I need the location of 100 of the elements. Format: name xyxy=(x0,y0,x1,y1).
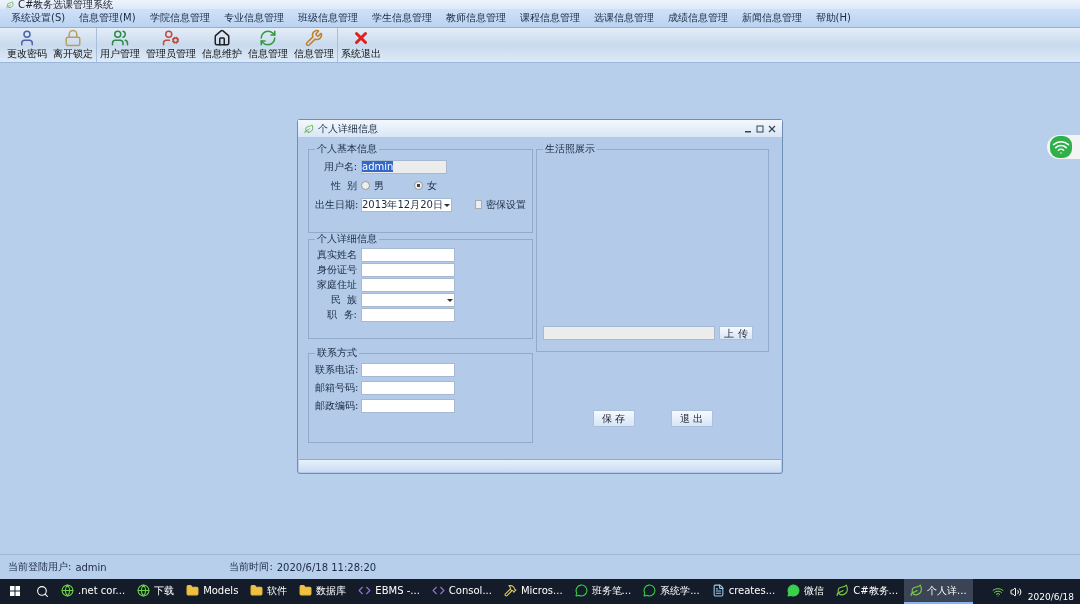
date-picker[interactable]: 2013年12月20日 xyxy=(361,197,452,212)
input-field[interactable]: admin xyxy=(361,159,447,174)
chat-bubble-icon xyxy=(574,584,588,597)
chat-bubble-icon xyxy=(643,584,657,597)
field-label: 真实姓名 xyxy=(316,247,357,262)
input-field[interactable] xyxy=(361,381,455,395)
menu-item[interactable]: 教师信息管理 xyxy=(438,11,513,25)
toolbar-button[interactable]: 系统退出 xyxy=(338,28,384,62)
input-field[interactable] xyxy=(361,399,455,413)
taskbar-item[interactable]: 数据库 xyxy=(293,579,353,604)
file-path-field[interactable] xyxy=(543,325,715,340)
clock-date[interactable]: 2020/6/18 xyxy=(1027,592,1074,604)
status-value: 2020/6/18 11:28:20 xyxy=(276,561,377,573)
menu-item[interactable]: 学生信息管理 xyxy=(364,11,439,25)
field-label: 性 别 xyxy=(329,178,357,193)
code-icon xyxy=(431,584,445,597)
globe-icon xyxy=(61,584,74,597)
menu-item[interactable]: 信息管理(M) xyxy=(72,11,143,25)
speaker-icon[interactable] xyxy=(1009,585,1022,598)
close-icon[interactable] xyxy=(768,124,776,133)
globe-icon xyxy=(137,584,151,597)
taskbar-item[interactable]: 系统学... xyxy=(637,579,706,604)
search-icon[interactable] xyxy=(36,585,49,598)
menu-item[interactable]: 班级信息管理 xyxy=(290,11,365,25)
field-label: 民 族 xyxy=(329,292,357,307)
radio-button[interactable] xyxy=(361,181,370,190)
input-field[interactable] xyxy=(361,277,455,292)
leaf-icon xyxy=(836,584,850,597)
menu-item[interactable]: 选课信息管理 xyxy=(586,11,661,25)
document-icon xyxy=(711,584,725,597)
users-icon xyxy=(109,29,131,47)
dropdown[interactable] xyxy=(361,292,455,307)
menu-item[interactable]: 课程信息管理 xyxy=(512,11,587,25)
dialog-title: 个人详细信息 xyxy=(318,121,379,136)
status-label: 当前时间: xyxy=(229,560,273,574)
wifi-icon[interactable] xyxy=(991,585,1004,598)
radio-label: 女 xyxy=(427,178,438,193)
field-label: 邮箱号码: xyxy=(315,381,357,395)
folder-icon xyxy=(250,584,264,597)
field-label: 出生日期: xyxy=(315,197,357,212)
upload-button[interactable]: 上 传 xyxy=(719,325,753,340)
radio-button[interactable] xyxy=(414,181,423,190)
taskbar-item[interactable]: 班务笔... xyxy=(568,579,638,604)
taskbar-item[interactable]: Consol... xyxy=(425,579,498,604)
input-field[interactable] xyxy=(361,307,455,322)
taskbar-item[interactable]: creates... xyxy=(705,579,782,604)
code-icon xyxy=(358,584,372,597)
menu-item[interactable]: 成绩信息管理 xyxy=(660,11,735,25)
input-field[interactable] xyxy=(361,363,455,377)
group-title: 个人基本信息 xyxy=(315,143,379,155)
taskbar-item[interactable]: 微信 xyxy=(781,579,831,604)
toolbar-button[interactable]: 管理员管理 xyxy=(143,28,199,62)
group-title: 联系方式 xyxy=(315,347,359,359)
toolbar-button[interactable]: 离开锁定 xyxy=(50,28,97,62)
field-label: 职 务: xyxy=(326,307,357,322)
leaf-icon xyxy=(304,123,314,134)
input-field[interactable] xyxy=(361,247,455,262)
toolbar-button[interactable]: 用户管理 xyxy=(97,28,143,62)
folder-icon xyxy=(299,584,313,597)
leaf-icon xyxy=(910,584,924,597)
toolbar-button[interactable]: 更改密码 xyxy=(4,28,50,62)
taskbar-item[interactable]: EBMS -... xyxy=(352,579,426,604)
leaf-icon xyxy=(6,0,14,9)
menu-item[interactable]: 帮助(H) xyxy=(808,11,858,25)
menu-item[interactable]: 学院信息管理 xyxy=(142,11,217,25)
wrench-icon xyxy=(303,29,325,47)
chat-bubble-icon xyxy=(787,584,801,597)
field-label: 邮政编码: xyxy=(315,399,357,413)
menu-item[interactable]: 系统设置(S) xyxy=(4,11,73,25)
user-cog-icon xyxy=(160,29,182,47)
taskbar-item[interactable]: 个人详... xyxy=(904,579,973,604)
field-label: 身份证号 xyxy=(316,262,357,277)
maximize-icon[interactable] xyxy=(756,124,764,133)
input-field[interactable] xyxy=(361,262,455,277)
menu-item[interactable]: 新闻信息管理 xyxy=(734,11,809,25)
field-label: 家庭住址 xyxy=(316,277,357,292)
selected-text: admin xyxy=(362,161,394,172)
field-label: 联系电话: xyxy=(315,363,357,377)
taskbar-item[interactable]: .net cor... xyxy=(55,579,132,604)
toolbar-button[interactable]: 信息管理 xyxy=(291,28,338,62)
status-label: 当前登陆用户: xyxy=(8,560,72,574)
dialog-button[interactable]: 保 存 xyxy=(592,410,635,427)
menu-item[interactable]: 专业信息管理 xyxy=(216,11,291,25)
toolbar-button[interactable]: 信息维护 xyxy=(199,28,245,62)
status-value: admin xyxy=(75,561,108,573)
field-label: 用户名: xyxy=(322,159,357,174)
taskbar-item[interactable]: Models xyxy=(180,579,245,604)
app-title: C#教务选课管理系统 xyxy=(18,0,114,9)
taskbar-item[interactable]: Micros... xyxy=(497,579,569,604)
dialog-button[interactable]: 退 出 xyxy=(670,410,713,427)
taskbar-item[interactable]: C#教务... xyxy=(830,579,905,604)
taskbar-item[interactable]: 下载 xyxy=(131,579,181,604)
checkbox[interactable] xyxy=(474,200,482,209)
group-title: 个人详细信息 xyxy=(315,233,379,245)
hammer-icon xyxy=(503,584,517,597)
taskbar-item[interactable]: 软件 xyxy=(244,579,294,604)
toolbar-button[interactable]: 信息管理 xyxy=(245,28,291,62)
folder-icon xyxy=(186,584,200,597)
checkbox-label: 密保设置 xyxy=(486,197,526,212)
group-title: 生活照展示 xyxy=(543,143,597,155)
